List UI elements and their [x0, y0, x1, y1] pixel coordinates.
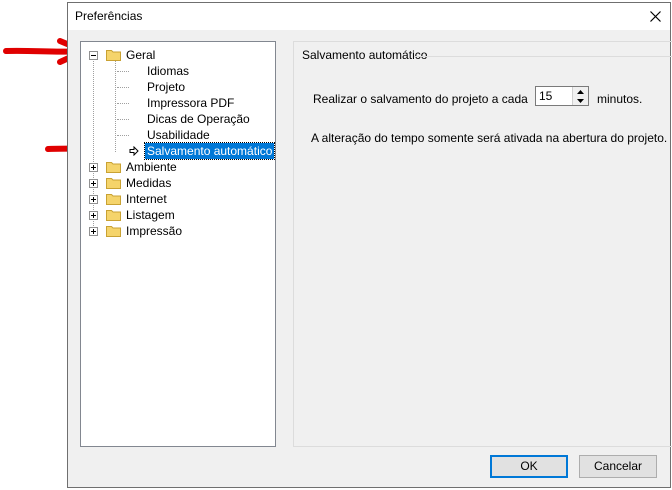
tree-node-listagem[interactable]: Listagem [89, 207, 179, 223]
tree-label: Idiomas [147, 64, 190, 78]
cancel-button[interactable]: Cancelar [579, 455, 657, 478]
tree-label: Medidas [126, 176, 172, 190]
folder-icon [106, 210, 121, 221]
expand-icon[interactable] [89, 211, 98, 220]
tree-node-ambiente[interactable]: Ambiente [89, 159, 179, 175]
window-title: Preferências [75, 9, 143, 23]
spin-buttons [572, 87, 588, 105]
preferences-tree[interactable]: Geral Idiomas Projeto Impressora PDF Dic… [80, 41, 276, 447]
tree-node-salvamento-automatico[interactable]: Salvamento automático [127, 142, 276, 160]
expand-icon[interactable] [89, 195, 98, 204]
tree-connector [117, 87, 129, 88]
tree-label: Projeto [147, 80, 186, 94]
collapse-icon[interactable] [89, 51, 98, 60]
tree-connector [117, 103, 129, 104]
group-title: Salvamento automático [302, 48, 428, 62]
title-bar: Preferências [68, 3, 670, 30]
tree-node-internet[interactable]: Internet [89, 191, 179, 207]
folder-icon [106, 226, 121, 237]
tree-node-impressao[interactable]: Impressão [89, 223, 189, 239]
arrow-right-icon [129, 146, 139, 156]
tree-label: Geral [126, 48, 156, 62]
tree-label: Impressão [126, 224, 183, 238]
tree-node-medidas[interactable]: Medidas [89, 175, 179, 191]
expand-icon[interactable] [89, 163, 98, 172]
folder-icon [106, 162, 121, 173]
expand-icon[interactable] [89, 227, 98, 236]
preferences-dialog: Preferências Geral Idiomas Projeto Impre… [67, 2, 672, 488]
info-text: A alteração do tempo somente será ativad… [311, 131, 668, 145]
autosave-group: Salvamento automático Realizar o salvame… [293, 41, 672, 447]
tree-node-geral[interactable]: Geral [89, 47, 179, 63]
folder-icon [106, 194, 121, 205]
tree-label: Usabilidade [147, 128, 210, 142]
tree-label: Dicas de Operação [147, 112, 250, 126]
group-divider [414, 56, 672, 57]
unit-label: minutos. [597, 92, 643, 106]
autosave-interval-value[interactable]: 15 [539, 89, 552, 103]
expand-icon[interactable] [89, 179, 98, 188]
tree-connector [117, 119, 129, 120]
ok-button[interactable]: OK [490, 455, 568, 478]
spin-down-button[interactable] [573, 96, 588, 105]
folder-open-icon [106, 50, 121, 61]
close-button[interactable] [640, 3, 670, 30]
tree-label: Ambiente [126, 160, 177, 174]
tree-label: Impressora PDF [147, 96, 235, 110]
autosave-interval-label: Realizar o salvamento do projeto a cada [313, 92, 528, 106]
tree-label: Salvamento automático [143, 142, 276, 160]
folder-icon [106, 178, 121, 189]
tree-label: Internet [126, 192, 167, 206]
chevron-up-icon [577, 89, 584, 94]
tree-connector [117, 71, 129, 72]
close-icon [649, 11, 661, 22]
tree-connector [115, 58, 116, 152]
tree-connector [117, 135, 129, 136]
tree-label: Listagem [126, 208, 175, 222]
autosave-interval-spinner[interactable]: 15 [535, 86, 589, 106]
chevron-down-icon [577, 98, 584, 103]
